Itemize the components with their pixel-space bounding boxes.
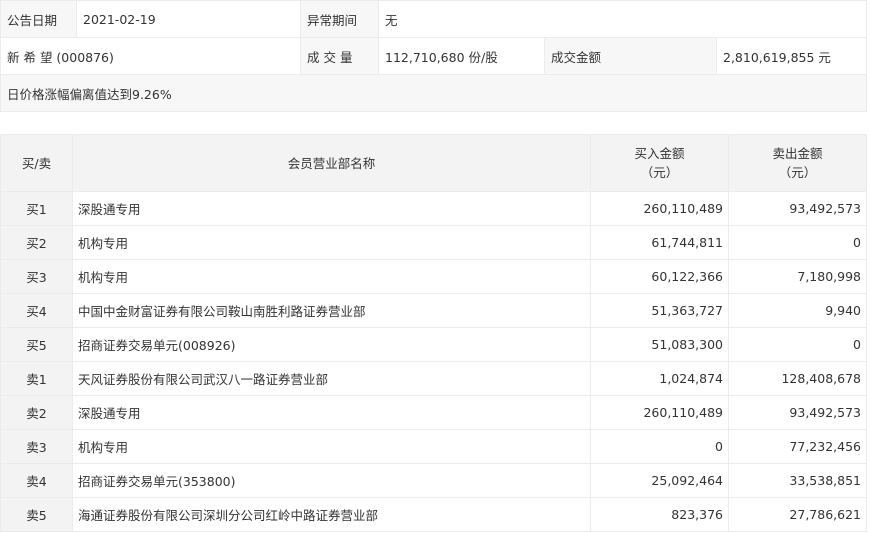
row-sell-amount: 27,786,621 [728,497,867,532]
header-side: 买/卖 [0,134,73,192]
row-side: 卖2 [0,395,73,430]
row-side: 买1 [0,191,73,226]
header-buy-amount-label: 买入金额 [634,146,685,161]
volume-value: 112,710,680 份/股 [378,37,545,75]
table-row: 卖3 机构专用 0 77,232,456 [0,429,867,464]
row-buy-amount: 0 [590,429,729,464]
table-row: 买5 招商证券交易单元(008926) 51,083,300 0 [0,327,867,362]
info-row-trade: 新 希 望 (000876) 成 交 量 112,710,680 份/股 成交金… [0,37,868,75]
row-sell-amount: 93,492,573 [728,191,867,226]
row-sell-amount: 0 [728,327,867,362]
row-sell-amount: 93,492,573 [728,395,867,430]
abnormal-period-label: 异常期间 [300,0,379,38]
row-buy-amount: 1,024,874 [590,361,729,396]
table-row: 卖4 招商证券交易单元(353800) 25,092,464 33,538,85… [0,463,867,498]
announcement-info-table: 公告日期 2021-02-19 异常期间 无 新 希 望 (000876) 成 … [0,0,868,112]
row-buy-amount: 51,083,300 [590,327,729,362]
table-row: 买3 机构专用 60,122,366 7,180,998 [0,259,867,294]
row-side: 卖3 [0,429,73,464]
trading-seats-table: 买/卖 会员营业部名称 买入金额 （元） 卖出金额 （元） 买1 深股通专用 2… [0,134,867,532]
row-side: 买2 [0,225,73,260]
header-buy-amount-unit: （元） [640,165,679,180]
table-row: 卖2 深股通专用 260,110,489 93,492,573 [0,395,867,430]
header-sell-amount: 卖出金额 （元） [728,134,867,192]
row-department: 招商证券交易单元(353800) [72,463,591,498]
amount-label: 成交金额 [544,37,717,75]
row-sell-amount: 7,180,998 [728,259,867,294]
row-department: 天风证券股份有限公司武汉八一路证券营业部 [72,361,591,396]
row-buy-amount: 61,744,811 [590,225,729,260]
table-row: 卖5 海通证券股份有限公司深圳分公司红岭中路证券营业部 823,376 27,7… [0,497,867,532]
row-side: 卖4 [0,463,73,498]
row-side: 买5 [0,327,73,362]
row-department: 深股通专用 [72,395,591,430]
volume-label: 成 交 量 [300,37,379,75]
row-department: 机构专用 [72,225,591,260]
row-department: 招商证券交易单元(008926) [72,327,591,362]
announcement-date-value: 2021-02-19 [76,0,301,38]
header-sell-amount-label: 卖出金额 [772,146,823,161]
row-buy-amount: 25,092,464 [590,463,729,498]
row-sell-amount: 77,232,456 [728,429,867,464]
row-side: 卖5 [0,497,73,532]
row-department: 机构专用 [72,429,591,464]
header-buy-amount: 买入金额 （元） [590,134,729,192]
row-side: 卖1 [0,361,73,396]
info-row-date: 公告日期 2021-02-19 异常期间 无 [0,0,868,38]
row-side: 买4 [0,293,73,328]
row-buy-amount: 260,110,489 [590,191,729,226]
row-sell-amount: 9,940 [728,293,867,328]
announcement-date-label: 公告日期 [0,0,77,38]
row-buy-amount: 60,122,366 [590,259,729,294]
table-row: 买1 深股通专用 260,110,489 93,492,573 [0,191,867,226]
amount-value: 2,810,619,855 元 [715,37,868,75]
table-row: 买2 机构专用 61,744,811 0 [0,225,867,260]
info-row-reason: 日价格涨幅偏离值达到9.26% [0,74,868,112]
row-department: 海通证券股份有限公司深圳分公司红岭中路证券营业部 [72,497,591,532]
row-sell-amount: 0 [728,225,867,260]
table-row: 卖1 天风证券股份有限公司武汉八一路证券营业部 1,024,874 128,40… [0,361,867,396]
table-row: 买4 中国中金财富证券有限公司鞍山南胜利路证券营业部 51,363,727 9,… [0,293,867,328]
row-sell-amount: 33,538,851 [728,463,867,498]
row-sell-amount: 128,408,678 [728,361,867,396]
listing-reason: 日价格涨幅偏离值达到9.26% [0,74,868,112]
abnormal-period-value: 无 [377,0,868,38]
header-department: 会员营业部名称 [72,134,591,192]
row-department: 机构专用 [72,259,591,294]
row-side: 买3 [0,259,73,294]
stock-name-code: 新 希 望 (000876) [0,37,301,75]
table-header-row: 买/卖 会员营业部名称 买入金额 （元） 卖出金额 （元） [0,134,867,192]
row-buy-amount: 260,110,489 [590,395,729,430]
header-sell-amount-unit: （元） [778,165,817,180]
row-buy-amount: 51,363,727 [590,293,729,328]
row-department: 深股通专用 [72,191,591,226]
row-buy-amount: 823,376 [590,497,729,532]
row-department: 中国中金财富证券有限公司鞍山南胜利路证券营业部 [72,293,591,328]
